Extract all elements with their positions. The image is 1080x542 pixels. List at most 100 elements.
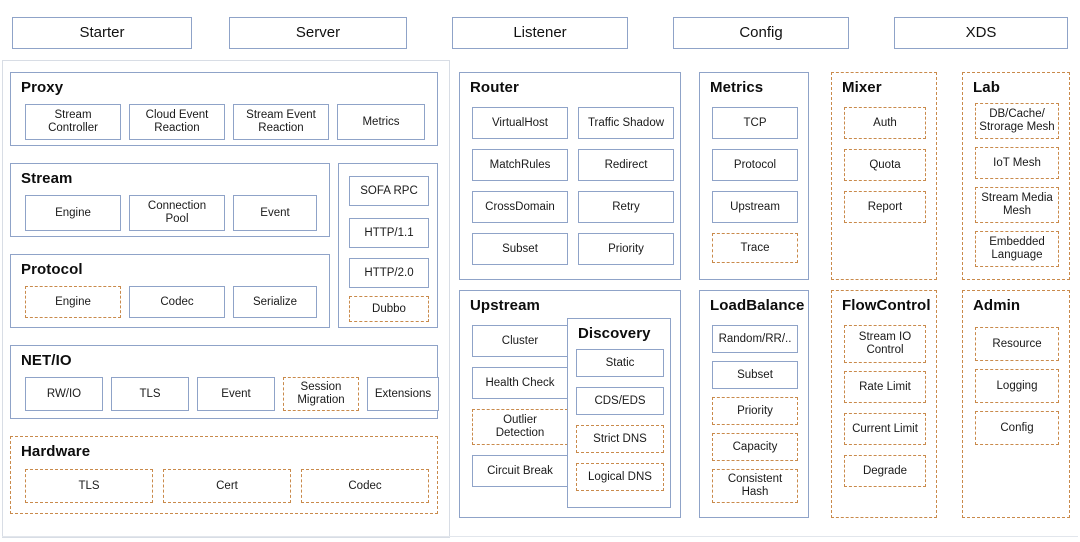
chip-mixer-report[interactable]: Report <box>844 191 926 223</box>
chip-router-retry[interactable]: Retry <box>578 191 674 223</box>
chip-proxy-stream-event-reaction[interactable]: Stream Event Reaction <box>233 104 329 140</box>
chip-loadbalance-consistent-hash[interactable]: Consistent Hash <box>712 469 798 503</box>
chip-admin-config[interactable]: Config <box>975 411 1059 445</box>
chip-label: Report <box>867 200 903 213</box>
tab-listener[interactable]: Listener <box>452 17 628 49</box>
chip-label: Stream IO Control <box>858 331 912 356</box>
chip-label: TLS <box>139 387 161 400</box>
panel-proxy: Proxy Stream Controller Cloud Event Reaction… <box>10 72 438 146</box>
chip-discovery-logical-dns[interactable]: Logical DNS <box>576 463 664 491</box>
chip-protocol-side-http-2-0[interactable]: HTTP/2.0 <box>349 258 429 288</box>
tab-xds[interactable]: XDS <box>894 17 1068 49</box>
chip-proxy-cloud-event-reaction[interactable]: Cloud Event Reaction <box>129 104 225 140</box>
chip-protocol-side-sofa-rpc[interactable]: SOFA RPC <box>349 176 429 206</box>
chip-upstream-cluster[interactable]: Cluster <box>472 325 568 357</box>
chip-label: Static <box>605 356 635 369</box>
chip-router-matchrules[interactable]: MatchRules <box>472 149 568 181</box>
chip-router-redirect[interactable]: Redirect <box>578 149 674 181</box>
tab-starter[interactable]: Starter <box>12 17 192 49</box>
chip-stream-event[interactable]: Event <box>233 195 317 231</box>
chip-loadbalance-priority[interactable]: Priority <box>712 397 798 425</box>
chip-protocol-codec[interactable]: Codec <box>129 286 225 318</box>
tab-config[interactable]: Config <box>673 17 849 49</box>
chip-label: Session Migration <box>297 381 345 406</box>
chip-label: Quota <box>869 158 901 171</box>
chip-proxy-stream-controller[interactable]: Stream Controller <box>25 104 121 140</box>
chip-mixer-auth[interactable]: Auth <box>844 107 926 139</box>
tab-server[interactable]: Server <box>229 17 407 49</box>
chip-lab-iot-mesh[interactable]: IoT Mesh <box>975 147 1059 179</box>
chip-router-traffic-shadow[interactable]: Traffic Shadow <box>578 107 674 139</box>
chip-label: Health Check <box>485 376 555 389</box>
chip-stream-connection-pool[interactable]: Connection Pool <box>129 195 225 231</box>
chip-label: Engine <box>55 206 91 219</box>
chip-label: CDS/EDS <box>594 394 646 407</box>
chip-lab-embedded-language[interactable]: Embedded Language <box>975 231 1059 267</box>
chip-label: Subset <box>502 242 538 255</box>
chip-flowcontrol-stream-io-control[interactable]: Stream IO Control <box>844 325 926 363</box>
chip-netio-event[interactable]: Event <box>197 377 275 411</box>
chip-label: Current Limit <box>852 422 918 435</box>
chip-lab-db-cache-strorage-mesh[interactable]: DB/Cache/Strorage Mesh <box>975 103 1059 139</box>
chip-stream-engine[interactable]: Engine <box>25 195 121 231</box>
chip-proxy-metrics[interactable]: Metrics <box>337 104 425 140</box>
chip-mixer-quota[interactable]: Quota <box>844 149 926 181</box>
chip-router-priority[interactable]: Priority <box>578 233 674 265</box>
chip-upstream-health-check[interactable]: Health Check <box>472 367 568 399</box>
chip-metrics-protocol[interactable]: Protocol <box>712 149 798 181</box>
chip-label: Stream Media Mesh <box>981 192 1053 217</box>
chip-flowcontrol-rate-limit[interactable]: Rate Limit <box>844 371 926 403</box>
chip-flowcontrol-degrade[interactable]: Degrade <box>844 455 926 487</box>
chip-metrics-upstream[interactable]: Upstream <box>712 191 798 223</box>
chip-label: DB/Cache/Strorage Mesh <box>979 108 1055 133</box>
chip-upstream-circuit-break[interactable]: Circuit Break <box>472 455 568 487</box>
chip-label: SOFA RPC <box>360 184 418 197</box>
chip-label: Random/RR/.. <box>718 332 792 345</box>
chip-label: Engine <box>55 295 91 308</box>
chip-label: Redirect <box>604 158 648 171</box>
chip-admin-logging[interactable]: Logging <box>975 369 1059 403</box>
chip-label: TLS <box>78 479 100 492</box>
chip-loadbalance-capacity[interactable]: Capacity <box>712 433 798 461</box>
panel-title-metrics: Metrics <box>710 79 764 96</box>
chip-protocol-side-http-1-1[interactable]: HTTP/1.1 <box>349 218 429 248</box>
panel-admin: Admin Resource Logging Config <box>962 290 1070 518</box>
chip-router-virtualhost[interactable]: VirtualHost <box>472 107 568 139</box>
chip-protocol-serialize[interactable]: Serialize <box>233 286 317 318</box>
chip-protocol-engine[interactable]: Engine <box>25 286 121 318</box>
chip-router-subset[interactable]: Subset <box>472 233 568 265</box>
chip-label: HTTP/1.1 <box>364 226 414 239</box>
chip-loadbalance-random-rr[interactable]: Random/RR/.. <box>712 325 798 353</box>
chip-netio-tls[interactable]: TLS <box>111 377 189 411</box>
chip-netio-session-migration[interactable]: Session Migration <box>283 377 359 411</box>
chip-upstream-outlier-detection[interactable]: Outlier Detection <box>472 409 568 445</box>
chip-discovery-static[interactable]: Static <box>576 349 664 377</box>
chip-loadbalance-subset[interactable]: Subset <box>712 361 798 389</box>
architecture-diagram: Starter Server Listener Config XDS Proxy Stre… <box>0 0 1080 542</box>
chip-lab-stream-media-mesh[interactable]: Stream Media Mesh <box>975 187 1059 223</box>
panel-title-router: Router <box>470 79 519 96</box>
panel-hardware: Hardware TLS Cert Codec <box>10 436 438 514</box>
chip-metrics-trace[interactable]: Trace <box>712 233 798 263</box>
chip-label: Upstream <box>730 200 780 213</box>
chip-label: Traffic Shadow <box>587 116 665 129</box>
chip-hardware-codec[interactable]: Codec <box>301 469 429 503</box>
panel-stream: Stream Engine Connection Pool Event <box>10 163 330 237</box>
chip-discovery-cds-eds[interactable]: CDS/EDS <box>576 387 664 415</box>
chip-label: Event <box>260 206 290 219</box>
chip-discovery-strict-dns[interactable]: Strict DNS <box>576 425 664 453</box>
chip-label: Rate Limit <box>859 380 911 393</box>
panel-title-protocol: Protocol <box>21 261 83 278</box>
chip-netio-extensions[interactable]: Extensions <box>367 377 439 411</box>
chip-flowcontrol-current-limit[interactable]: Current Limit <box>844 413 926 445</box>
chip-label: Degrade <box>862 464 908 477</box>
panel-lab: Lab DB/Cache/Strorage Mesh IoT Mesh Stream … <box>962 72 1070 280</box>
panel-title-upstream: Upstream <box>470 297 540 314</box>
chip-hardware-cert[interactable]: Cert <box>163 469 291 503</box>
chip-metrics-tcp[interactable]: TCP <box>712 107 798 139</box>
chip-admin-resource[interactable]: Resource <box>975 327 1059 361</box>
chip-netio-rw-io[interactable]: RW/IO <box>25 377 103 411</box>
chip-protocol-side-dubbo[interactable]: Dubbo <box>349 296 429 322</box>
chip-router-crossdomain[interactable]: CrossDomain <box>472 191 568 223</box>
chip-hardware-tls[interactable]: TLS <box>25 469 153 503</box>
